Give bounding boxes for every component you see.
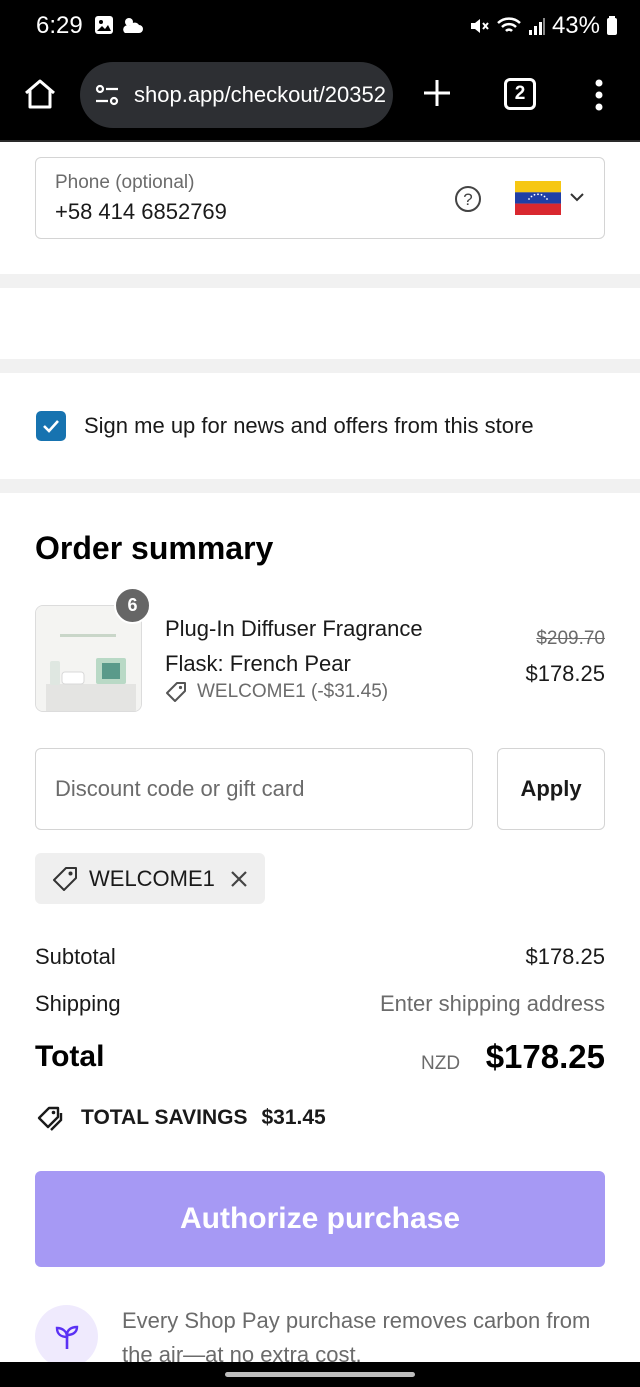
product-discount: WELCOME1 (-$31.45)	[165, 681, 388, 703]
product-discount-text: WELCOME1 (-$31.45)	[197, 681, 389, 702]
quantity-value: 6	[127, 595, 138, 615]
help-icon[interactable]: ?	[454, 185, 482, 213]
tabs-count: 2	[514, 83, 526, 104]
section-divider	[0, 274, 640, 288]
phone-label: Phone (optional)	[55, 172, 195, 193]
svg-text:?: ?	[463, 190, 472, 209]
savings-amount: $31.45	[261, 1106, 326, 1129]
subtotal-label: Subtotal	[35, 944, 116, 969]
total-amount: $178.25	[485, 1038, 605, 1075]
weather-icon	[123, 18, 143, 33]
section-divider	[0, 479, 640, 493]
phone-field[interactable]: Phone (optional) +58 414 6852769 ?	[35, 157, 605, 239]
authorize-purchase-button[interactable]: Authorize purchase	[35, 1171, 605, 1267]
total-currency: NZD	[421, 1053, 461, 1074]
system-nav-bar	[0, 1362, 640, 1387]
section-divider	[0, 359, 640, 373]
savings-label: TOTAL SAVINGS	[81, 1106, 248, 1129]
newsletter-checkbox[interactable]	[36, 411, 66, 441]
gallery-icon	[95, 16, 113, 34]
product-name: Plug-In Diffuser Fragrance Flask: French…	[165, 616, 423, 676]
status-time: 6:29	[36, 12, 83, 39]
signal-icon	[528, 18, 545, 35]
battery-icon	[607, 16, 617, 35]
newsletter-label[interactable]: Sign me up for news and offers from this…	[84, 413, 534, 439]
status-system-icons: 43%	[468, 12, 618, 40]
url-text: shop.app/checkout/20352	[134, 82, 386, 107]
status-bar: 6:29 43%	[0, 0, 640, 52]
home-gesture-handle[interactable]	[225, 1372, 415, 1377]
close-icon[interactable]	[229, 869, 249, 889]
tag-icon	[53, 866, 77, 891]
savings-tag-icon	[37, 1106, 63, 1131]
shipping-value: Enter shipping address	[379, 991, 605, 1016]
home-icon[interactable]	[22, 76, 58, 112]
tabs-count-button[interactable]: 2	[504, 78, 536, 110]
overflow-menu-icon[interactable]	[590, 78, 608, 112]
battery-percent: 43%	[551, 12, 600, 39]
browser-toolbar: shop.app/checkout/20352 2	[0, 52, 640, 142]
order-summary-title: Order summary	[35, 530, 274, 566]
item-price: $178.25	[525, 661, 605, 686]
shipping-label: Shipping	[35, 991, 121, 1016]
checkmark-icon	[43, 420, 59, 433]
eco-badge	[35, 1305, 98, 1368]
discount-code-input[interactable]	[35, 748, 473, 830]
phone-value[interactable]: +58 414 6852769	[55, 199, 227, 225]
total-savings: TOTAL SAVINGS $31.45	[35, 1104, 326, 1132]
quantity-badge: 6	[114, 587, 151, 624]
applied-code-text: WELCOME1	[89, 865, 215, 891]
sprout-icon	[55, 1325, 78, 1349]
chevron-down-icon[interactable]	[568, 190, 586, 204]
original-price: $209.70	[536, 628, 605, 649]
wifi-icon	[497, 17, 521, 32]
new-tab-icon[interactable]	[420, 76, 454, 110]
total-label: Total	[35, 1040, 105, 1073]
mute-icon	[470, 19, 489, 33]
tag-icon	[166, 682, 186, 702]
applied-code-chip: WELCOME1	[35, 853, 265, 904]
subtotal-value: $178.25	[525, 944, 605, 969]
venezuela-flag-icon[interactable]	[515, 181, 561, 215]
status-notification-icons	[94, 14, 144, 36]
apply-button[interactable]: Apply	[497, 748, 605, 830]
address-bar[interactable]: shop.app/checkout/20352	[80, 62, 393, 128]
site-settings-icon[interactable]	[94, 82, 120, 108]
